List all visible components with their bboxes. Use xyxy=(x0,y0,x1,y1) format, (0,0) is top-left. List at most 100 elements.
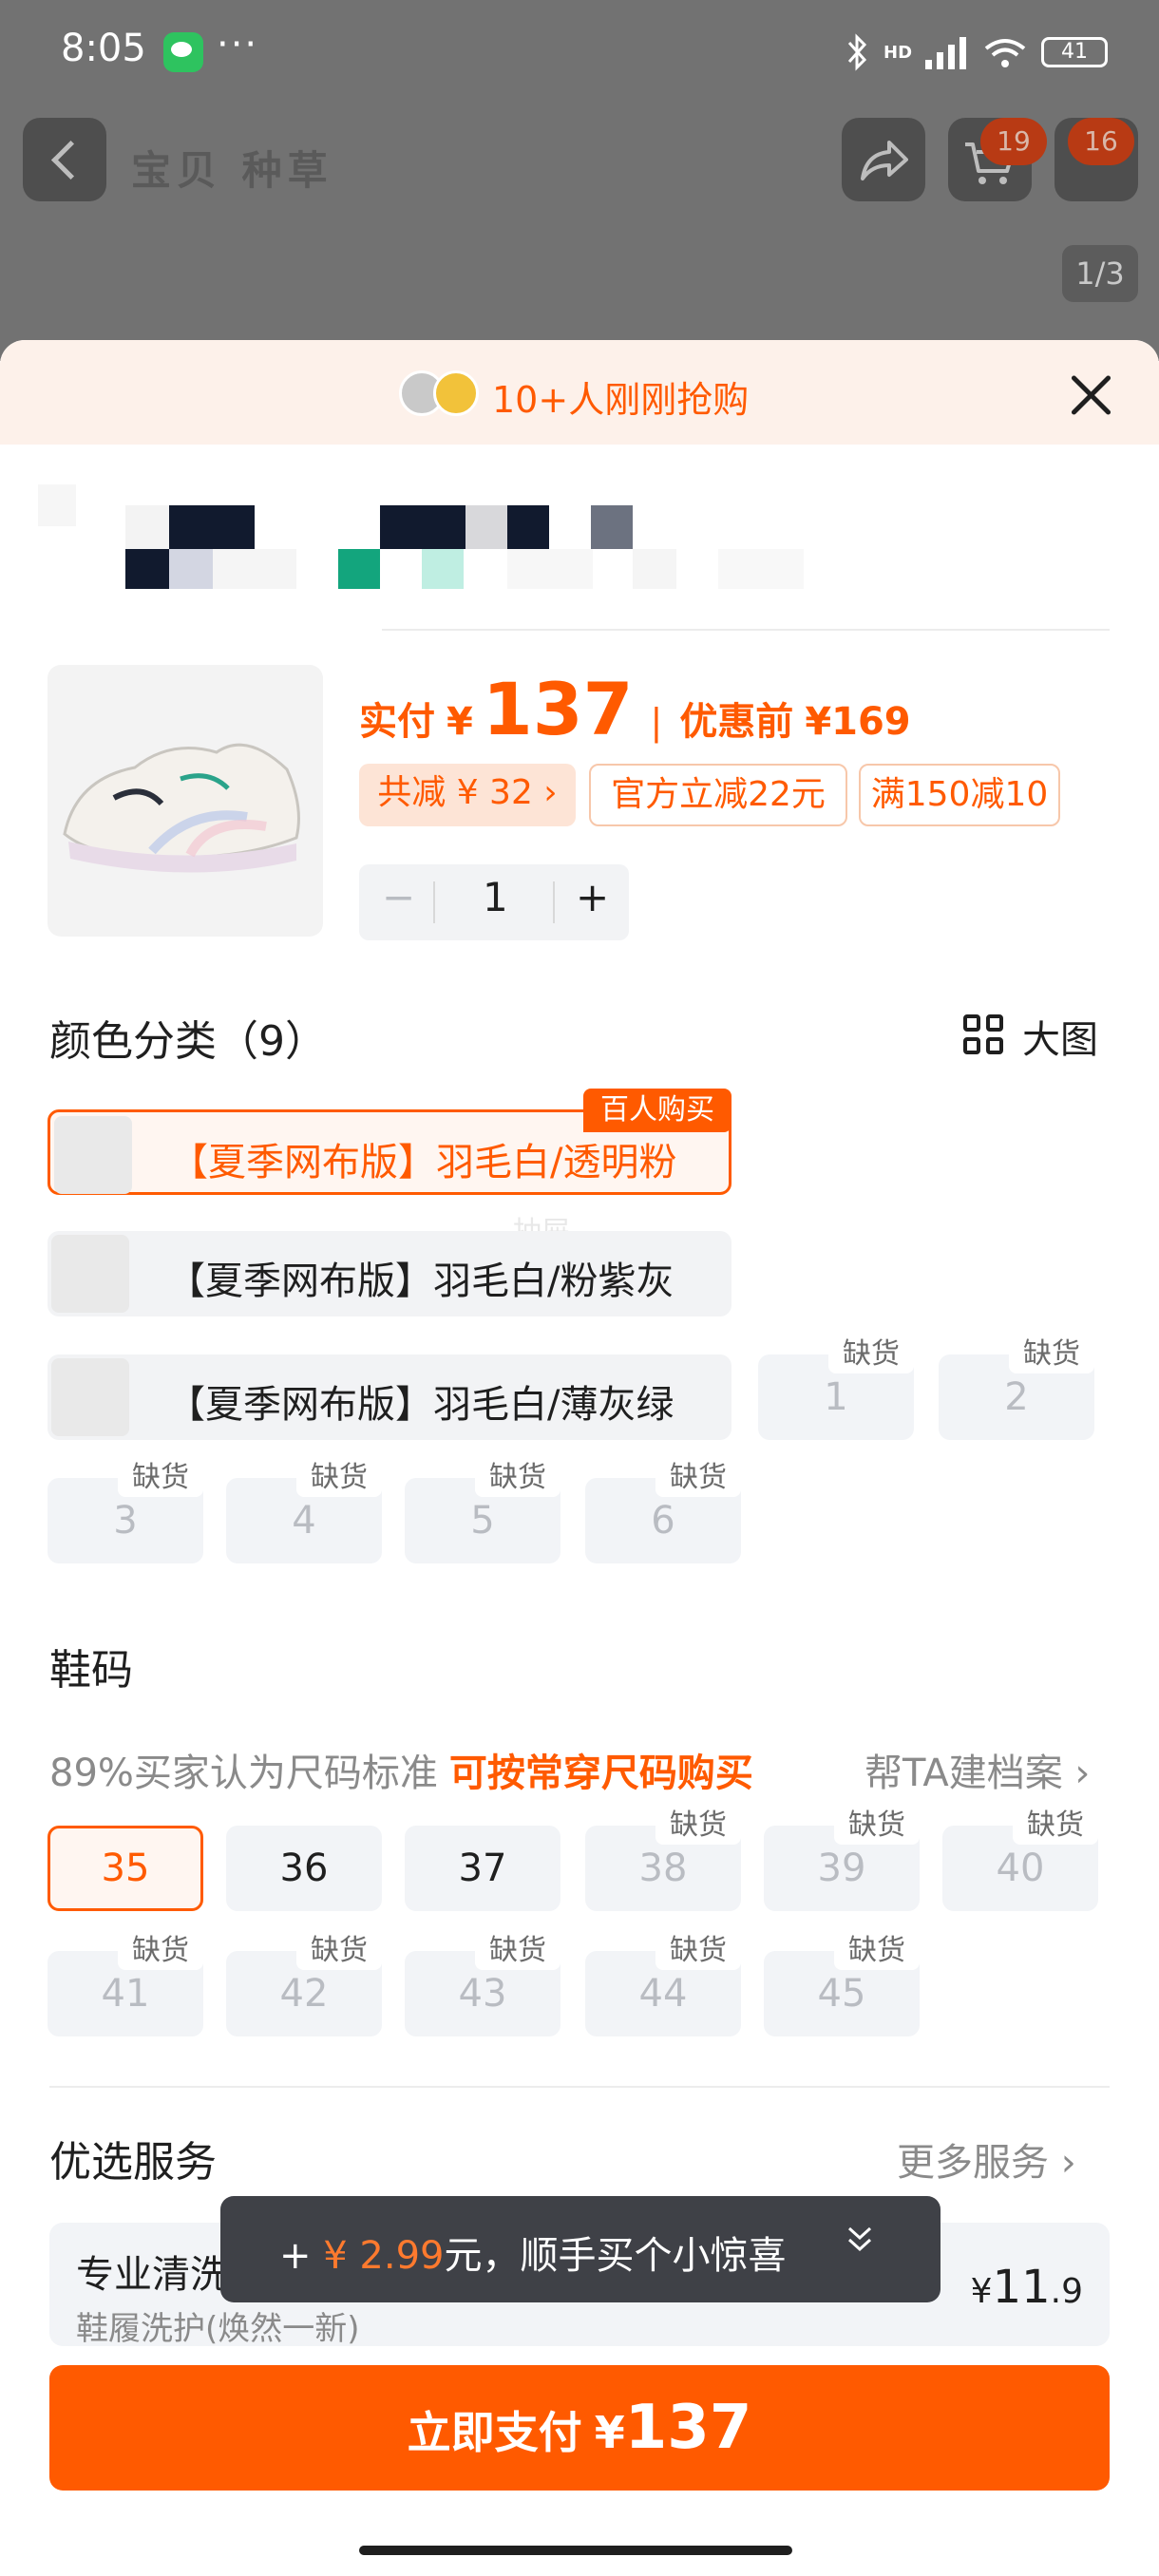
color-option-numbered[interactable]: 2 缺货 xyxy=(939,1335,1094,1440)
cart-badge: 19 xyxy=(980,118,1047,165)
mosaic-block xyxy=(169,505,255,549)
mosaic-block xyxy=(125,549,169,589)
product-thumbnail[interactable] xyxy=(48,665,323,937)
status-more: ··· xyxy=(217,23,259,66)
share-button[interactable] xyxy=(842,118,925,201)
out-of-stock-badge: 缺货 xyxy=(834,1807,920,1845)
size-option[interactable]: 35 xyxy=(48,1826,203,1911)
size-option[interactable]: 38 缺货 xyxy=(585,1807,741,1911)
quantity-plus-button[interactable]: + xyxy=(576,874,609,920)
mosaic-block xyxy=(38,484,76,526)
service-name: 专业清洗 xyxy=(76,2253,228,2297)
color-option-numbered[interactable]: 4 缺货 xyxy=(226,1459,382,1563)
out-of-stock-badge: 缺货 xyxy=(656,1807,741,1845)
option-number: 1 xyxy=(824,1375,848,1419)
size-value: 39 xyxy=(817,1847,866,1890)
size-option[interactable]: 40 缺货 xyxy=(942,1807,1098,1911)
color-option-numbered[interactable]: 6 缺货 xyxy=(585,1459,741,1563)
size-value: 43 xyxy=(458,1972,507,2016)
status-time: 8:05 xyxy=(61,27,146,70)
create-profile-link[interactable]: 帮TA建档案 › xyxy=(864,1742,1090,1797)
size-value: 35 xyxy=(101,1847,150,1890)
battery-indicator: 41 xyxy=(1041,37,1109,67)
mosaic-block xyxy=(125,505,169,549)
size-option[interactable]: 43 缺货 xyxy=(405,1932,560,2036)
back-button[interactable] xyxy=(23,118,106,201)
out-of-stock-badge: 缺货 xyxy=(834,1932,920,1970)
page-tabs[interactable]: 宝贝 种草 xyxy=(131,139,333,197)
service-price-decimal: .9 xyxy=(1050,2272,1083,2311)
size-value: 36 xyxy=(279,1847,329,1890)
price-separator: | xyxy=(650,701,663,743)
color-section-title: 颜色分类（9） xyxy=(49,1017,327,1066)
stepper-divider xyxy=(433,881,435,923)
size-option[interactable]: 37 xyxy=(405,1826,560,1911)
pay-label: 实付 xyxy=(359,700,435,744)
mosaic-block xyxy=(633,549,676,589)
toast-suffix: 元，顺手买个小惊喜 xyxy=(444,2234,787,2278)
wifi-icon xyxy=(984,39,1026,67)
hot-badge: 百人购买 xyxy=(583,1089,732,1132)
color-option-label: 【夏季网布版】羽毛白/薄灰绿 xyxy=(167,1383,674,1427)
pay-currency: ¥ xyxy=(446,700,473,744)
grid-view-icon[interactable] xyxy=(963,1014,1005,1056)
size-option[interactable]: 42 缺货 xyxy=(226,1932,382,2036)
stepper-divider xyxy=(553,881,555,923)
out-of-stock-badge: 缺货 xyxy=(656,1459,741,1497)
home-indicator[interactable] xyxy=(359,2546,792,2555)
color-option-label: 【夏季网布版】羽毛白/粉紫灰 xyxy=(167,1260,674,1303)
color-option-thumbnail xyxy=(51,1235,129,1313)
mosaic-block xyxy=(591,505,633,549)
more-services-link[interactable]: 更多服务 › xyxy=(897,2131,1076,2187)
out-of-stock-badge: 缺货 xyxy=(118,1459,203,1497)
official-discount-tag: 官方立减22元 xyxy=(589,764,847,826)
before-amount: ¥169 xyxy=(805,700,911,744)
option-number: 5 xyxy=(470,1499,495,1543)
status-bar: 8:05 ··· HD 41 xyxy=(0,0,1159,104)
out-of-stock-badge: 缺货 xyxy=(828,1335,914,1373)
size-value: 41 xyxy=(101,1972,150,2016)
size-option[interactable]: 45 缺货 xyxy=(764,1932,920,2036)
mosaic-block xyxy=(213,549,296,589)
share-icon xyxy=(861,141,908,180)
color-option-thumbnail xyxy=(54,1116,132,1194)
mosaic-block xyxy=(422,549,464,589)
divider xyxy=(49,2086,1110,2088)
toast-text: + ¥ 2.99元，顺手买个小惊喜 xyxy=(279,2225,786,2280)
size-option[interactable]: 39 缺货 xyxy=(764,1807,920,1911)
out-of-stock-badge: 缺货 xyxy=(118,1932,203,1970)
quantity-value[interactable]: 1 xyxy=(483,874,508,920)
divider xyxy=(382,629,1110,631)
service-price-currency: ¥ xyxy=(970,2272,993,2311)
size-value: 38 xyxy=(638,1847,688,1890)
close-icon[interactable] xyxy=(1064,369,1117,422)
background-page: 8:05 ··· HD 41 宝贝 种草 19 16 1/3 xyxy=(0,0,1159,361)
out-of-stock-badge: 缺货 xyxy=(656,1932,741,1970)
color-option-numbered[interactable]: 1 缺货 xyxy=(758,1335,914,1440)
total-discount-tag[interactable]: 共减 ¥ 32 › xyxy=(359,764,576,826)
upsell-toast[interactable]: + ¥ 2.99元，顺手买个小惊喜 xyxy=(220,2196,940,2302)
quantity-minus-button[interactable]: − xyxy=(382,874,415,920)
mosaic-block xyxy=(338,549,380,589)
threshold-discount-tag: 满150减10 xyxy=(859,764,1060,826)
sku-selection-sheet: 10+人刚刚抢购 实付 ¥ 137 | 优惠前 ¥169 共减 ¥ 32 › 官… xyxy=(0,340,1159,2576)
size-value: 44 xyxy=(638,1972,688,2016)
size-option[interactable]: 44 缺货 xyxy=(585,1932,741,2036)
color-option-numbered[interactable]: 3 缺货 xyxy=(48,1459,203,1563)
service-price-integer: 11 xyxy=(992,2261,1051,2314)
color-option-label: 【夏季网布版】羽毛白/透明粉 xyxy=(170,1141,677,1184)
color-option-3[interactable]: 【夏季网布版】羽毛白/薄灰绿 xyxy=(48,1354,732,1440)
out-of-stock-badge: 缺货 xyxy=(1013,1807,1098,1845)
color-option-numbered[interactable]: 5 缺货 xyxy=(405,1459,560,1563)
message-badge: 16 xyxy=(1068,118,1134,165)
pay-now-button[interactable]: 立即支付 ¥137 xyxy=(49,2365,1110,2491)
double-chevron-down-icon xyxy=(847,2226,872,2252)
size-value: 40 xyxy=(996,1847,1045,1890)
mosaic-block xyxy=(507,505,549,549)
size-option[interactable]: 36 xyxy=(226,1826,382,1911)
bluetooth-icon xyxy=(847,33,867,71)
size-option[interactable]: 41 缺货 xyxy=(48,1932,203,2036)
color-option-2[interactable]: 【夏季网布版】羽毛白/粉紫灰 xyxy=(48,1231,732,1316)
large-image-toggle[interactable]: 大图 xyxy=(1022,1009,1098,1064)
option-number: 4 xyxy=(292,1499,316,1543)
